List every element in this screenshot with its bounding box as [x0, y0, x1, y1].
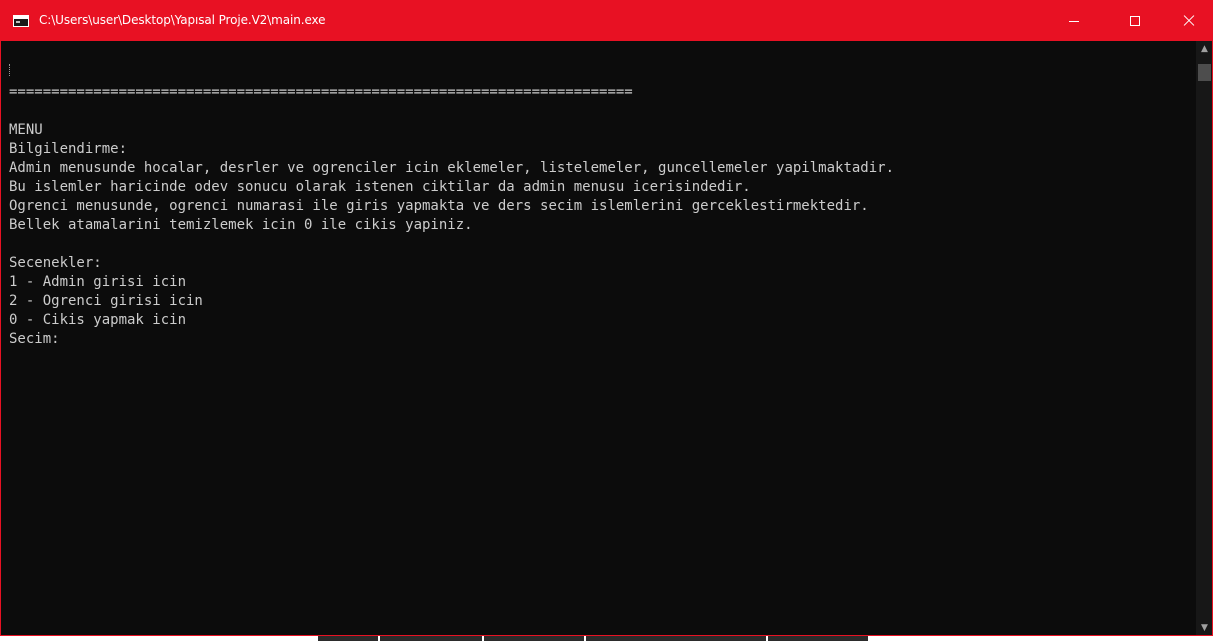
- options-heading: Secenekler:: [9, 255, 102, 271]
- info-heading: Bilgilendirme:: [9, 141, 128, 157]
- window-title: C:\Users\user\Desktop\Yapısal Proje.V2\m…: [39, 13, 326, 27]
- vertical-scrollbar[interactable]: ▲ ▼: [1196, 41, 1212, 635]
- background-segment: [484, 636, 584, 641]
- option-admin: 1 - Admin girisi icin: [9, 274, 187, 290]
- scroll-down-icon[interactable]: ▼: [1196, 620, 1212, 635]
- minimize-button[interactable]: [1051, 1, 1097, 41]
- info-line: Ogrenci menusunde, ogrenci numarasi ile …: [9, 198, 869, 214]
- background-segment: [586, 636, 766, 641]
- maximize-button[interactable]: [1112, 1, 1158, 41]
- separator-line: ========================================…: [9, 84, 633, 100]
- info-line: Admin menusunde hocalar, desrler ve ogre…: [9, 160, 895, 176]
- close-button[interactable]: [1166, 1, 1212, 41]
- info-line: Bellek atamalarini temizlemek icin 0 ile…: [9, 217, 473, 233]
- console-window: C:\Users\user\Desktop\Yapısal Proje.V2\m…: [0, 0, 1213, 636]
- title-bar[interactable]: C:\Users\user\Desktop\Yapısal Proje.V2\m…: [1, 1, 1212, 41]
- console-app-icon[interactable]: [13, 15, 29, 27]
- background-segment: [380, 636, 482, 641]
- console-output[interactable]: ========================================…: [9, 45, 1189, 635]
- option-student: 2 - Ogrenci girisi icin: [9, 293, 203, 309]
- background-segment: [768, 636, 868, 641]
- menu-heading: MENU: [9, 122, 43, 138]
- scroll-thumb[interactable]: [1198, 64, 1211, 81]
- scroll-up-icon[interactable]: ▲: [1196, 41, 1212, 58]
- background-strip: [0, 636, 1213, 641]
- info-line: Bu islemler haricinde odev sonucu olarak…: [9, 179, 751, 195]
- option-exit: 0 - Cikis yapmak icin: [9, 312, 187, 328]
- background-segment: [318, 636, 378, 641]
- selection-prompt[interactable]: Secim:: [9, 330, 1189, 349]
